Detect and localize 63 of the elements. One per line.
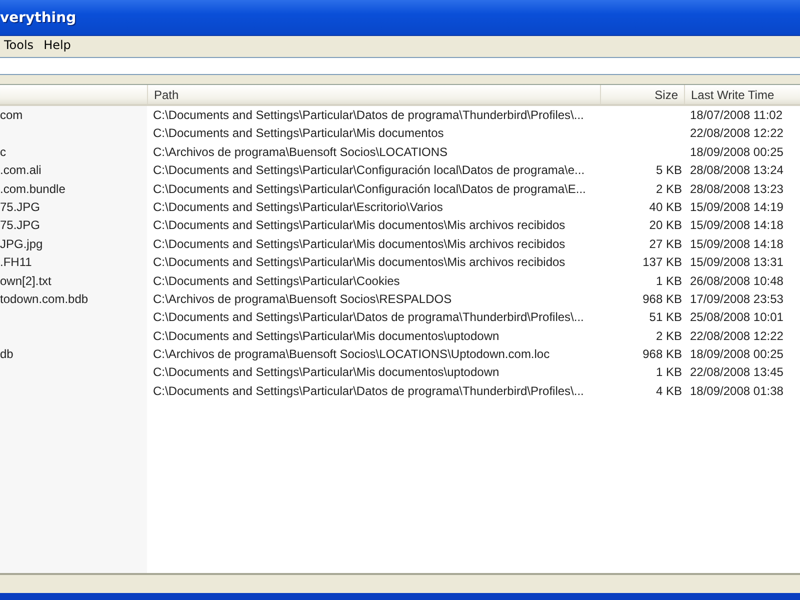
file-size: 4 KB — [656, 384, 682, 398]
file-path: C:\Archivos de programa\Buensoft Socios\LOCATIONS\Uptodown.com.loc — [153, 347, 550, 362]
file-path: C:\Documents and Settings\Particular\Mis documentos\Mis archivos recibidos — [153, 218, 566, 232]
file-date: 25/08/2008 10:01 — [690, 310, 784, 324]
file-date: 15/09/2008 14:19 — [690, 200, 784, 214]
file-size: 40 KB — [649, 200, 682, 214]
file-size: 5 KB — [656, 163, 682, 178]
file-date: 26/08/2008 10:48 — [690, 274, 784, 288]
file-size: 968 KB — [642, 292, 682, 306]
file-date: 28/08/2008 13:23 — [690, 182, 784, 196]
file-path: C:\Documents and Settings\Particular\Cookies — [153, 274, 400, 288]
file-size: 20 KB — [649, 218, 682, 232]
file-date: 15/09/2008 13:31 — [690, 255, 784, 270]
file-date: 22/08/2008 12:22 — [690, 126, 784, 140]
file-path: C:\Documents and Settings\Particular\Escritorio\Varios — [153, 200, 443, 214]
file-path: C:\Documents and Settings\Particular\Mis documentos\Mis archivos recibidos — [153, 236, 566, 251]
column-header[interactable]: Last Write Time — [684, 85, 800, 104]
file-path: C:\Documents and Settings\Particular\Mis documentos\uptodown — [153, 328, 500, 343]
file-path: C:\Documents and Settings\Particular\Mis documentos\uptodown — [153, 365, 500, 380]
file-size: 968 KB — [642, 347, 682, 362]
file-name: c — [0, 144, 6, 159]
file-date: 18/07/2008 11:02 — [690, 108, 783, 122]
file-name: com — [0, 108, 23, 122]
file-date: 18/09/2008 00:25 — [690, 144, 784, 159]
file-path: C:\Documents and Settings\Particular\Datos de programa\Thunderbird\Profiles\... — [153, 384, 584, 398]
file-size: 2 KB — [656, 182, 682, 196]
file-size: 1 KB — [656, 274, 682, 288]
file-path: C:\Documents and Settings\Particular\Configuración local\Datos de programa\e... — [153, 163, 585, 178]
file-date: 18/09/2008 00:25 — [690, 347, 784, 362]
menu-item[interactable]: Tools — [0, 38, 40, 52]
file-date: 22/08/2008 13:45 — [690, 365, 784, 380]
file-size: 27 KB — [649, 236, 682, 251]
file-path: C:\Documents and Settings\Particular\Configuración local\Datos de programa\E... — [153, 182, 586, 196]
file-path: C:\Documents and Settings\Particular\Datos de programa\Thunderbird\Profiles\... — [153, 108, 584, 122]
file-name: .com.bundle — [0, 182, 66, 196]
file-date: 15/09/2008 14:18 — [690, 236, 784, 251]
search-field[interactable] — [0, 57, 800, 75]
file-size: 137 KB — [642, 255, 682, 270]
file-size: 51 KB — [649, 310, 682, 324]
file-path: C:\Archivos de programa\Buensoft Socios\LOCATIONS — [153, 144, 448, 159]
file-name: .com.ali — [0, 163, 42, 178]
file-size: 1 KB — [656, 365, 682, 380]
window-title: verything — [0, 10, 76, 26]
column-header[interactable]: Size — [600, 85, 684, 104]
file-size: 2 KB — [656, 328, 682, 343]
menu-item[interactable]: Help — [40, 38, 77, 52]
file-date: 17/09/2008 23:53 — [690, 292, 784, 306]
file-name: JPG.jpg — [0, 236, 43, 251]
column-header[interactable]: Path — [147, 85, 600, 104]
file-date: 18/09/2008 01:38 — [690, 384, 784, 398]
file-path: C:\Documents and Settings\Particular\Datos de programa\Thunderbird\Profiles\... — [153, 310, 584, 324]
file-path: C:\Archivos de programa\Buensoft Socios\RESPALDOS — [153, 292, 452, 306]
file-name: 75.JPG — [0, 218, 40, 232]
file-path: C:\Documents and Settings\Particular\Mis documentos — [153, 126, 444, 140]
file-name: 75.JPG — [0, 200, 40, 214]
file-date: 22/08/2008 12:22 — [690, 328, 784, 343]
file-date: 28/08/2008 13:24 — [690, 163, 784, 178]
file-name: db — [0, 347, 14, 362]
file-path: C:\Documents and Settings\Particular\Mis documentos\Mis archivos recibidos — [153, 255, 566, 270]
file-name: own[2].txt — [0, 274, 52, 288]
file-name: todown.com.bdb — [0, 292, 88, 306]
file-date: 15/09/2008 14:18 — [690, 218, 784, 232]
file-name: .FH11 — [0, 255, 32, 270]
